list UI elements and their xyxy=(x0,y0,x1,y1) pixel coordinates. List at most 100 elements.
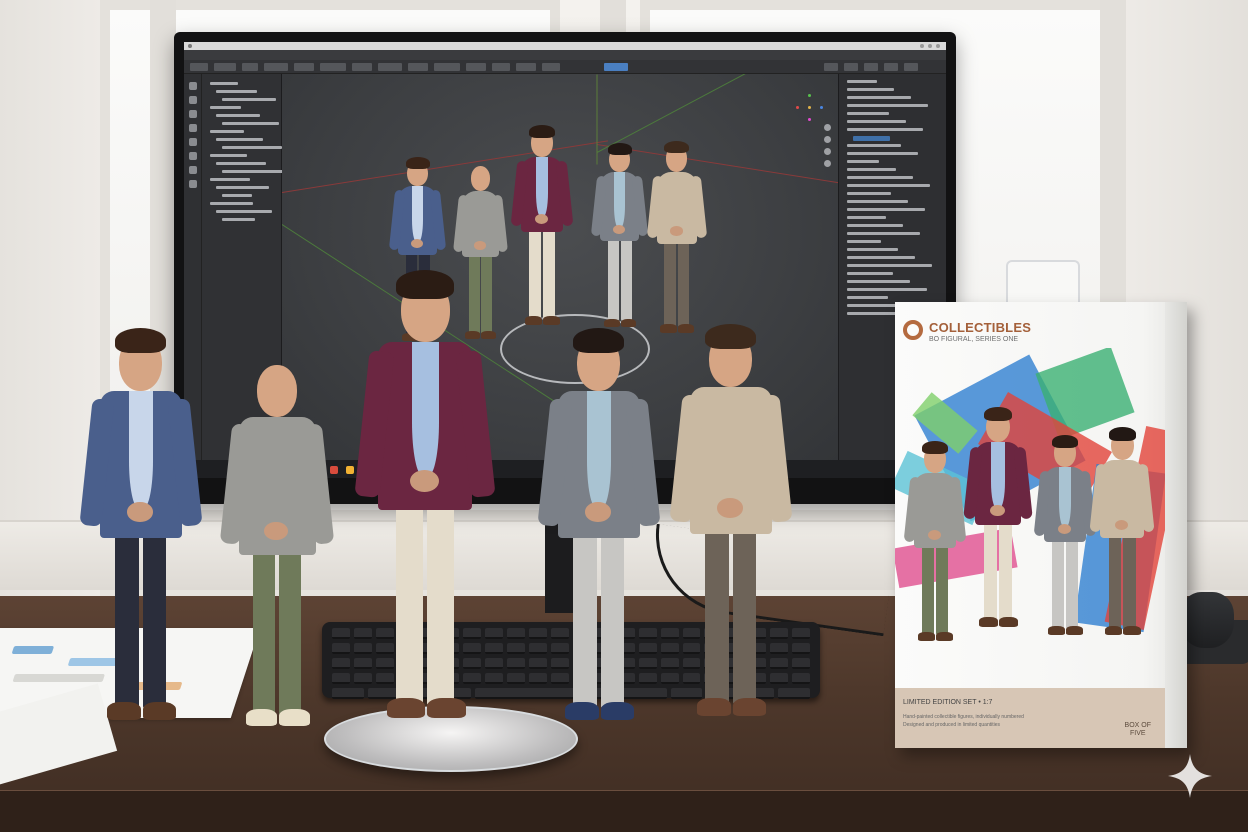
toolbar-button[interactable] xyxy=(242,63,258,71)
property-row[interactable] xyxy=(847,296,888,299)
zoom-icon[interactable] xyxy=(824,124,831,131)
property-row[interactable] xyxy=(847,192,891,195)
property-row[interactable] xyxy=(847,112,889,115)
property-row[interactable] xyxy=(847,128,923,131)
toolbar-button[interactable] xyxy=(824,63,838,71)
hand xyxy=(613,224,626,234)
property-row[interactable] xyxy=(847,104,928,107)
property-row[interactable] xyxy=(847,208,925,211)
hair xyxy=(573,327,625,354)
outliner-row xyxy=(222,146,282,149)
shoe xyxy=(936,632,953,641)
property-row[interactable] xyxy=(847,184,930,187)
add-tool-icon[interactable] xyxy=(189,180,197,188)
shirt xyxy=(614,172,626,228)
leg xyxy=(115,522,139,709)
property-row[interactable] xyxy=(847,200,908,203)
toolbar-button[interactable] xyxy=(434,63,460,71)
leg xyxy=(1108,530,1122,629)
toolbar-button[interactable] xyxy=(864,63,878,71)
toolbar-button[interactable] xyxy=(408,63,428,71)
move-tool-icon[interactable] xyxy=(189,96,197,104)
toolbar-button[interactable] xyxy=(904,63,918,71)
property-row[interactable] xyxy=(847,288,927,291)
brand-logo-icon xyxy=(903,320,923,340)
menu-bar xyxy=(184,50,946,60)
viewport-controls[interactable] xyxy=(824,124,832,172)
grid-icon[interactable] xyxy=(824,160,831,167)
toolbar-button[interactable] xyxy=(492,63,510,71)
toolbar-button[interactable] xyxy=(542,63,560,71)
rotate-tool-icon[interactable] xyxy=(189,110,197,118)
toolbar-button[interactable] xyxy=(190,63,208,71)
hand xyxy=(585,502,611,522)
property-row[interactable] xyxy=(847,176,913,179)
property-row[interactable] xyxy=(847,272,893,275)
hand xyxy=(535,214,548,224)
property-row[interactable] xyxy=(847,80,877,83)
head xyxy=(256,365,298,417)
toolbar-button[interactable] xyxy=(516,63,536,71)
navigation-gizmo[interactable] xyxy=(794,92,824,122)
toolbar-button[interactable] xyxy=(844,63,858,71)
outliner-row xyxy=(216,138,263,141)
toolbar-button[interactable] xyxy=(294,63,314,71)
toolbar-button-active[interactable] xyxy=(604,63,628,71)
leg xyxy=(142,522,167,709)
property-row[interactable] xyxy=(847,280,910,283)
shirt xyxy=(266,416,289,528)
toolbar-button[interactable] xyxy=(352,63,372,71)
toolbar-button[interactable] xyxy=(378,63,402,71)
transform-tool-icon[interactable] xyxy=(189,138,197,146)
leg xyxy=(396,492,423,705)
app-icon[interactable] xyxy=(346,466,354,474)
property-row[interactable] xyxy=(847,144,901,147)
box-hanger xyxy=(1006,260,1080,304)
toolbar-button[interactable] xyxy=(264,63,288,71)
property-row[interactable] xyxy=(847,256,915,259)
camera-icon[interactable] xyxy=(824,148,831,155)
toolbar-button[interactable] xyxy=(320,63,346,71)
property-row[interactable] xyxy=(847,232,920,235)
box-footer-text: Designed and produced in limited quantit… xyxy=(903,722,1001,728)
property-row[interactable] xyxy=(847,152,918,155)
property-row[interactable] xyxy=(847,240,881,243)
leg xyxy=(922,540,934,635)
leg xyxy=(529,224,541,319)
toolbar-button[interactable] xyxy=(214,63,236,71)
hand xyxy=(264,521,289,540)
hand-icon[interactable] xyxy=(824,136,831,143)
shoe xyxy=(1048,626,1065,635)
select-tool-icon[interactable] xyxy=(189,82,197,90)
minimize-icon[interactable] xyxy=(920,44,924,48)
shirt xyxy=(536,157,548,217)
shoe xyxy=(279,709,311,726)
hair xyxy=(664,140,690,154)
property-row[interactable] xyxy=(847,248,898,251)
key xyxy=(792,643,810,654)
hand xyxy=(670,226,683,236)
scale-tool-icon[interactable] xyxy=(189,124,197,132)
property-row[interactable] xyxy=(847,264,932,267)
measure-tool-icon[interactable] xyxy=(189,166,197,174)
box-artwork xyxy=(895,348,1165,648)
property-row[interactable] xyxy=(847,216,886,219)
property-row[interactable] xyxy=(847,224,903,227)
outliner-row xyxy=(222,194,252,197)
toolbar-button[interactable] xyxy=(466,63,486,71)
maximize-icon[interactable] xyxy=(928,44,932,48)
property-row[interactable] xyxy=(847,96,911,99)
property-row[interactable] xyxy=(853,136,890,141)
leg xyxy=(600,522,625,709)
property-row[interactable] xyxy=(847,160,879,163)
outliner-row xyxy=(216,114,260,117)
property-row[interactable] xyxy=(847,120,906,123)
property-row[interactable] xyxy=(847,168,896,171)
shoe xyxy=(697,698,731,716)
toolbar-button[interactable] xyxy=(884,63,898,71)
close-icon[interactable] xyxy=(936,44,940,48)
property-row[interactable] xyxy=(847,88,894,91)
annotate-tool-icon[interactable] xyxy=(189,152,197,160)
box-illustrated-figure xyxy=(1089,426,1155,648)
outliner-row xyxy=(216,162,266,165)
